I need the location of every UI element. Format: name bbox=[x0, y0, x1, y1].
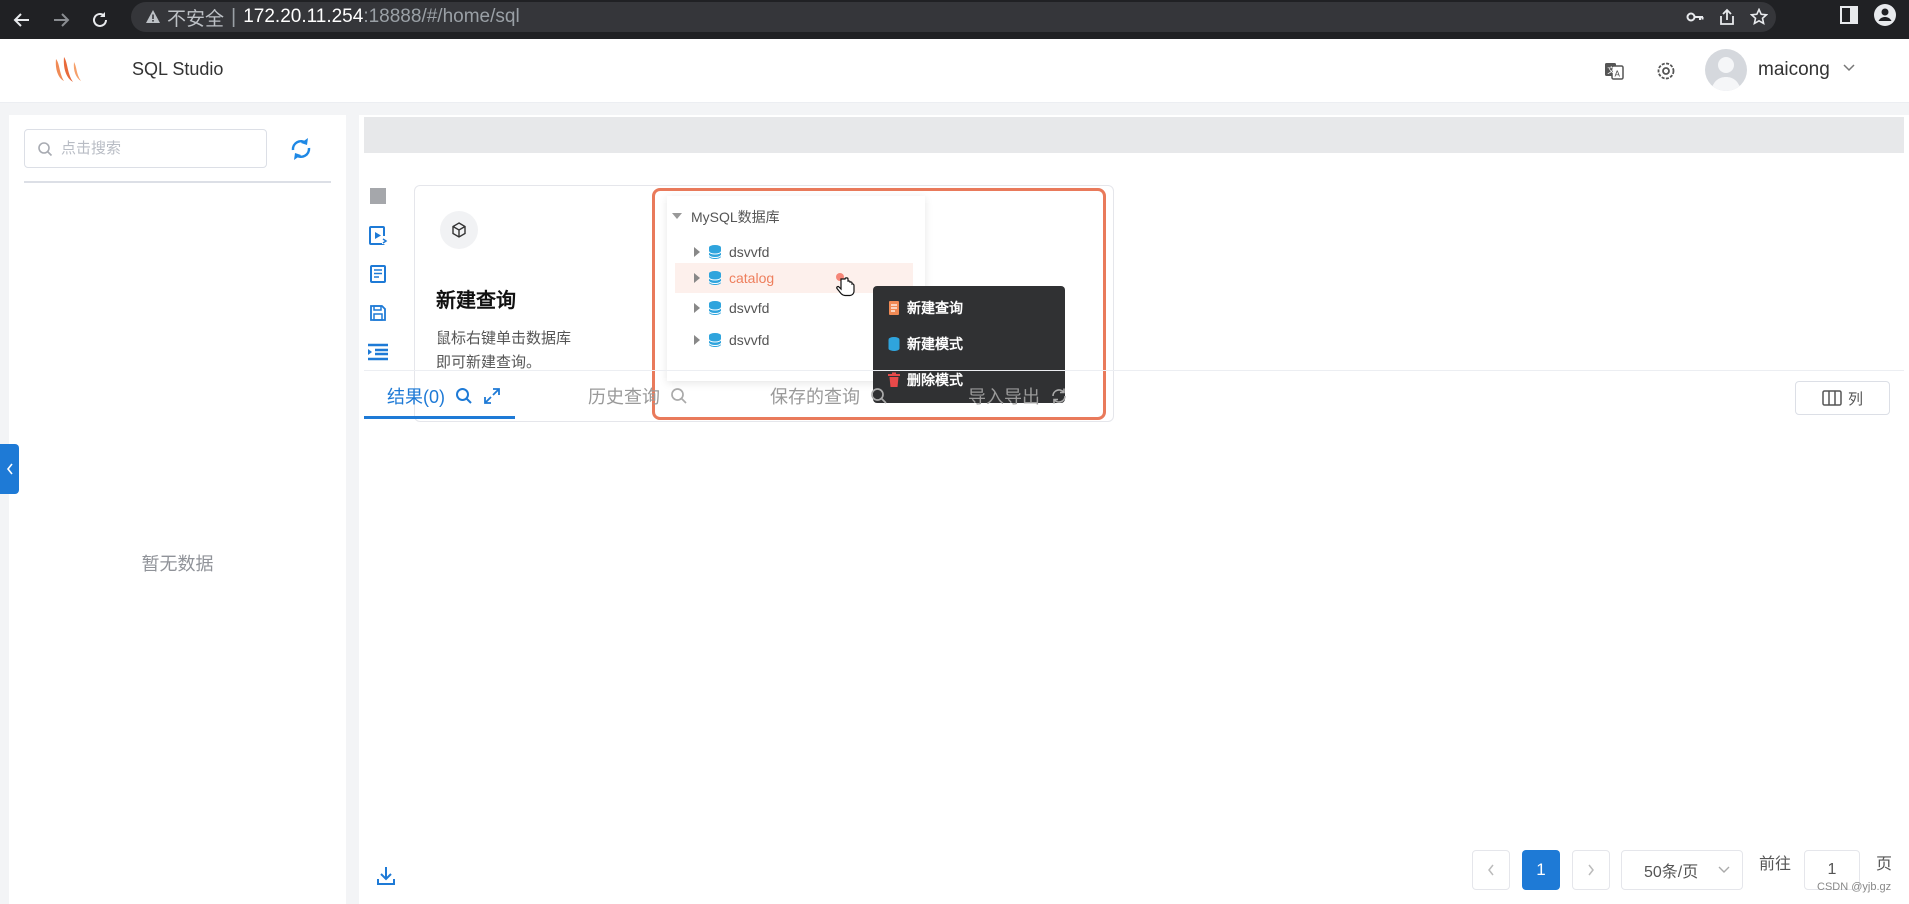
app-title: SQL Studio bbox=[132, 59, 224, 79]
search-input[interactable] bbox=[61, 140, 241, 157]
tab-history[interactable]: 历史查询 bbox=[588, 383, 688, 409]
page-unit-label: 页 bbox=[1876, 856, 1893, 873]
insecure-label: 不安全 bbox=[167, 7, 225, 30]
search-icon bbox=[37, 141, 53, 157]
app-logo[interactable] bbox=[50, 53, 86, 89]
editor-toolbar bbox=[367, 185, 389, 380]
chevron-left-icon bbox=[6, 463, 13, 475]
refresh-icon[interactable] bbox=[1050, 387, 1068, 405]
chevron-left-icon bbox=[1488, 864, 1494, 876]
search-icon[interactable] bbox=[670, 387, 688, 405]
context-menu-item: 新建模式 bbox=[887, 334, 963, 354]
bookmark-star-icon[interactable] bbox=[1750, 8, 1768, 26]
run-icon[interactable] bbox=[367, 224, 389, 246]
expand-icon[interactable] bbox=[483, 387, 501, 405]
key-icon[interactable] bbox=[1686, 8, 1704, 26]
tab-saved-queries[interactable]: 保存的查询 bbox=[770, 383, 888, 409]
profile-icon[interactable] bbox=[1873, 3, 1897, 27]
prev-page-button[interactable] bbox=[1472, 850, 1510, 890]
svg-text:A: A bbox=[1615, 70, 1621, 79]
editor-tab-strip bbox=[364, 117, 1904, 153]
database-sidebar: 暂无数据 bbox=[9, 115, 346, 904]
translate-icon[interactable]: 文A bbox=[1602, 59, 1626, 83]
database-icon bbox=[708, 271, 722, 285]
caret-down-icon bbox=[667, 213, 687, 221]
tab-import-export[interactable]: 导入导出 bbox=[968, 383, 1068, 409]
settings-icon[interactable] bbox=[1654, 59, 1678, 83]
caret-right-icon bbox=[687, 335, 707, 345]
forward-icon[interactable] bbox=[46, 5, 76, 35]
guide-description: 鼠标右键单击数据库 即可新建查询。 bbox=[436, 330, 572, 371]
stop-icon[interactable] bbox=[367, 185, 389, 207]
browser-toolbar: 不安全 | 172.20.11.254:18888/#/home/sql bbox=[0, 0, 1909, 39]
page-size-select[interactable]: 50条/页 bbox=[1621, 850, 1743, 890]
watermark: CSDN @yjb.gz bbox=[1817, 881, 1892, 893]
active-tab-indicator bbox=[364, 416, 515, 419]
goto-label: 前往 bbox=[1759, 856, 1792, 873]
chevron-down-icon[interactable] bbox=[1843, 64, 1855, 72]
database-icon bbox=[708, 245, 722, 259]
download-icon[interactable] bbox=[375, 865, 397, 887]
page-number-button[interactable]: 1 bbox=[1522, 850, 1560, 890]
save-icon[interactable] bbox=[367, 302, 389, 324]
app-header: SQL Studio 文A maicong bbox=[0, 39, 1909, 103]
sidepanel-icon[interactable] bbox=[1839, 5, 1859, 25]
guide-title: 新建查询 bbox=[436, 290, 516, 312]
cube-icon bbox=[440, 211, 478, 249]
collapse-sidebar-button[interactable] bbox=[0, 444, 19, 494]
refresh-icon[interactable] bbox=[288, 136, 314, 162]
database-icon bbox=[888, 337, 900, 351]
caret-right-icon bbox=[687, 273, 707, 283]
next-page-button[interactable] bbox=[1572, 850, 1610, 890]
new-query-icon bbox=[889, 301, 899, 315]
search-field[interactable] bbox=[24, 129, 267, 168]
warning-icon bbox=[145, 9, 161, 25]
format-sql-icon[interactable] bbox=[367, 263, 389, 285]
columns-icon bbox=[1822, 390, 1842, 406]
avatar[interactable] bbox=[1705, 49, 1747, 91]
url-text: 172.20.11.254:18888/#/home/sql bbox=[243, 6, 520, 27]
database-icon bbox=[708, 301, 722, 315]
chevron-right-icon bbox=[1588, 864, 1594, 876]
back-icon[interactable] bbox=[7, 5, 37, 35]
sidebar-divider bbox=[24, 181, 331, 183]
share-icon[interactable] bbox=[1718, 8, 1736, 26]
caret-right-icon bbox=[687, 247, 707, 257]
reload-icon[interactable] bbox=[85, 5, 115, 35]
address-bar[interactable]: 不安全 | 172.20.11.254:18888/#/home/sql bbox=[131, 2, 1776, 32]
caret-right-icon bbox=[687, 303, 707, 313]
main-panel: 新建查询 鼠标右键单击数据库 即可新建查询。 MySQL数据库 dsvvfd c… bbox=[359, 115, 1909, 904]
empty-state-text: 暂无数据 bbox=[141, 554, 214, 574]
columns-button[interactable]: 列 bbox=[1795, 381, 1890, 415]
search-icon[interactable] bbox=[870, 387, 888, 405]
context-menu-item: 新建查询 bbox=[887, 298, 963, 318]
tab-results[interactable]: 结果(0) bbox=[387, 383, 501, 409]
url-separator: | bbox=[231, 5, 237, 28]
chevron-down-icon bbox=[1718, 866, 1730, 873]
search-icon[interactable] bbox=[455, 387, 473, 405]
username[interactable]: maicong bbox=[1758, 59, 1830, 81]
result-tabs: 结果(0) 历史查询 保存的查询 导入导出 列 bbox=[364, 370, 1904, 420]
tree-root: MySQL数据库 bbox=[667, 202, 917, 232]
indent-icon[interactable] bbox=[367, 341, 389, 363]
database-icon bbox=[708, 333, 722, 347]
